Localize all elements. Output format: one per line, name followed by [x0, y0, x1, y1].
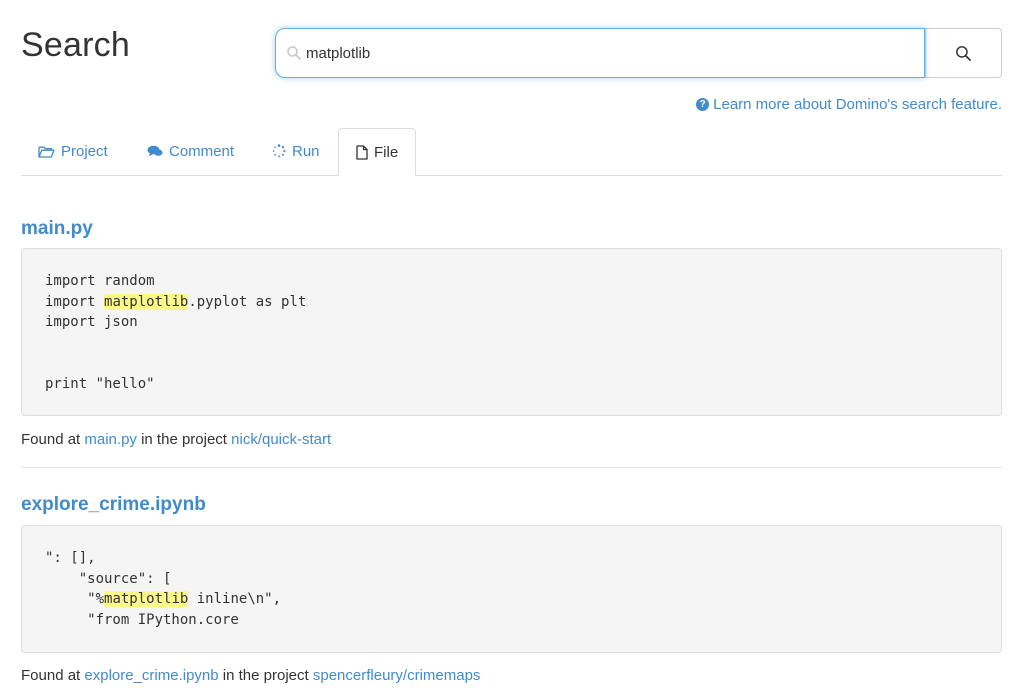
code-line: "%matplotlib inline\n", — [45, 591, 282, 607]
tab-comment[interactable]: Comment — [130, 128, 251, 174]
search-input-wrapper[interactable] — [275, 28, 925, 78]
result-location: Found at explore_crime.ipynb in the proj… — [21, 667, 480, 684]
spinner-icon — [272, 144, 286, 158]
project-link[interactable]: nick/quick-start — [231, 431, 331, 448]
code-line: "from IPython.core — [45, 611, 239, 628]
project-link[interactable]: spencerfleury/crimemaps — [313, 667, 481, 684]
search-help-text: Learn more about Domino's search feature… — [713, 96, 1002, 113]
code-snippet: import random import matplotlib.pyplot as… — [21, 248, 1002, 416]
search-match-highlight: matplotlib — [104, 591, 189, 607]
tab-project[interactable]: Project — [21, 128, 125, 174]
code-line: import matplotlib.pyplot as plt — [45, 293, 307, 310]
code-line: "source": [ — [45, 570, 172, 587]
in-project-text: in the project — [222, 667, 309, 684]
code-line: print "hello" — [45, 375, 155, 392]
folder-open-icon — [38, 146, 55, 158]
code-line: import json — [45, 314, 138, 330]
search-match-highlight: matplotlib — [104, 293, 189, 310]
file-link[interactable]: explore_crime.ipynb — [84, 667, 218, 684]
found-prefix: Found at — [21, 431, 81, 448]
tab-project-label: Project — [61, 142, 108, 160]
search-bar — [275, 28, 1002, 78]
tab-run[interactable]: Run — [255, 128, 337, 174]
search-button-icon — [956, 45, 971, 61]
code-line: import random — [45, 273, 155, 289]
file-link[interactable]: main.py — [84, 431, 137, 448]
search-icon — [287, 46, 301, 60]
code-snippet: ": [], "source": [ "%matplotlib inline\n… — [21, 525, 1002, 653]
tab-comment-label: Comment — [169, 142, 235, 160]
comments-icon — [147, 145, 163, 156]
file-icon — [356, 144, 368, 160]
tab-run-label: Run — [292, 142, 320, 160]
search-button[interactable] — [925, 28, 1002, 78]
result-type-tabs: Project Comment Run File — [21, 128, 1002, 176]
tab-file[interactable]: File — [338, 128, 417, 176]
search-help-link[interactable]: ? Learn more about Domino's search featu… — [696, 96, 1002, 113]
result-title-link[interactable]: main.py — [21, 218, 93, 240]
result-title-link[interactable]: explore_crime.ipynb — [21, 494, 206, 516]
tab-file-label: File — [374, 143, 399, 161]
question-circle-icon: ? — [696, 98, 710, 111]
found-prefix: Found at — [21, 667, 81, 684]
in-project-text: in the project — [141, 431, 227, 448]
search-input[interactable] — [304, 37, 868, 69]
result-divider — [21, 467, 1002, 468]
page-title: Search — [21, 26, 130, 64]
result-location: Found at main.py in the project nick/qui… — [21, 431, 331, 448]
code-line: ": [], — [45, 550, 96, 566]
